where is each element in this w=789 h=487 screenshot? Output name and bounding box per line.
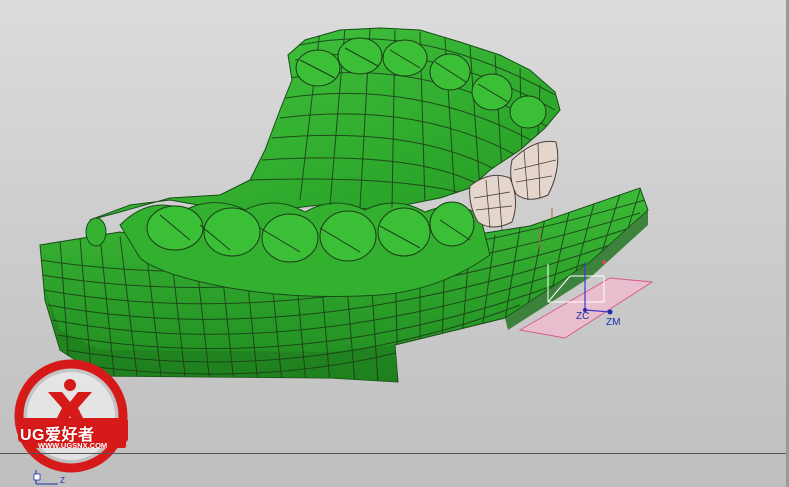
dental-model-3d-view[interactable] [0,0,789,487]
logo-url: WWW.UGSNX.COM [38,441,108,450]
zm-axis-label: ZM [606,317,621,328]
zc-axis-label: ZC [576,311,590,322]
graphics-viewport[interactable]: ZC ZM Z UG爱好者 WWW.UGSNX.COM [0,0,789,487]
viewport-divider [0,453,789,454]
model-arch [85,27,561,297]
corner-axis-indicator [33,470,58,485]
corner-axis-label: Z [60,476,65,485]
